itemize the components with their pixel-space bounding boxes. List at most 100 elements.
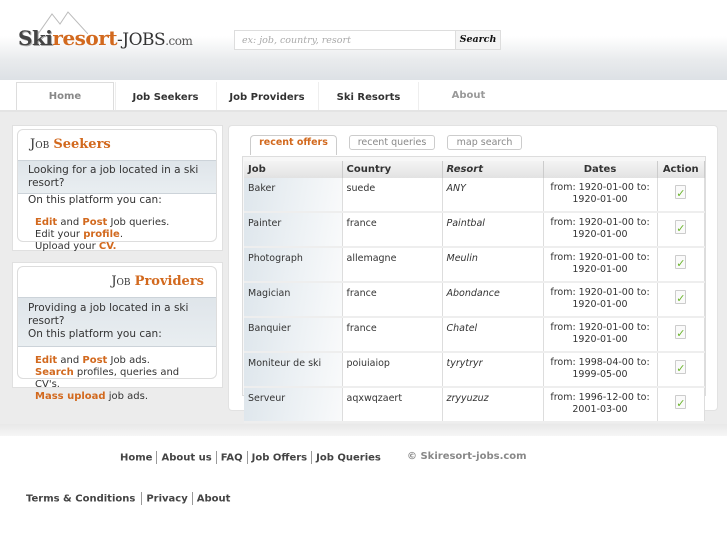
table-row[interactable]: Photograph allemagne Meulin from: 1920-0… xyxy=(244,247,705,283)
date-to: 1999-05-00 xyxy=(572,369,628,380)
date-to: 2001-03-00 xyxy=(572,404,628,415)
cell-job: Painter xyxy=(244,212,343,248)
table-row[interactable]: Serveur aqxwqzaert zryyuzuz from: 1996-1… xyxy=(244,387,705,423)
terms-link[interactable]: Terms & Conditions xyxy=(26,494,135,505)
search-button[interactable]: Search xyxy=(455,30,501,50)
text: Job queries. xyxy=(107,217,170,228)
job-providers-box: Job Providers Providing a job located in… xyxy=(12,262,223,402)
cell-resort: Chatel xyxy=(442,317,544,353)
legal-about-link[interactable]: About xyxy=(197,494,231,505)
col-action: Action xyxy=(657,161,705,178)
cell-resort: zryyuzuz xyxy=(442,387,544,423)
nav-job-seekers[interactable]: Job Seekers xyxy=(115,82,215,110)
cell-dates: from: 1998-04-00 to: 1999-05-00 xyxy=(543,352,658,388)
cell-dates: from: 1920-01-00 to: 1920-01-00 xyxy=(543,282,658,318)
cell-action: ✓ xyxy=(657,352,705,388)
col-resort[interactable]: Resort xyxy=(442,161,544,178)
cell-dates: from: 1920-01-00 to: 1920-01-00 xyxy=(543,178,658,213)
cell-country: poiuiaiop xyxy=(342,352,443,388)
nav-ski-resorts[interactable]: Ski Resorts xyxy=(318,82,418,110)
cell-country: allemagne xyxy=(342,247,443,283)
job-seekers-title: Job Seekers xyxy=(30,137,111,152)
nav-about[interactable]: About xyxy=(418,82,518,110)
copyright: © Skiresort-jobs.com xyxy=(407,451,527,462)
footer-job-offers[interactable]: Job Offers xyxy=(252,453,308,464)
site-logo[interactable]: Skiresort-JOBS.com xyxy=(18,26,193,50)
cell-country: aqxwqzaert xyxy=(342,387,443,423)
table-row[interactable]: Magician france Abondance from: 1920-01-… xyxy=(244,282,705,318)
accept-document-icon[interactable]: ✓ xyxy=(675,395,687,410)
date-from: from: 1920-01-00 to: xyxy=(550,287,650,298)
cell-job: Photograph xyxy=(244,247,343,283)
table-row[interactable]: Moniteur de ski poiuiaiop tyrytryr from:… xyxy=(244,352,705,388)
offers-table-container: Job Country Resort Dates Action Baker su… xyxy=(242,156,706,423)
accept-document-icon[interactable]: ✓ xyxy=(675,255,687,270)
cell-action: ✓ xyxy=(657,247,705,283)
date-from: from: 1920-01-00 to: xyxy=(550,182,650,193)
providers-intro: Providing a job located in a ski resort? xyxy=(28,302,189,327)
cell-resort: Abondance xyxy=(442,282,544,318)
nav-job-providers[interactable]: Job Providers xyxy=(216,82,317,110)
date-from: from: 1920-01-00 to: xyxy=(550,217,650,228)
offers-panel: recent offers recent queries map search … xyxy=(228,125,718,423)
col-dates[interactable]: Dates xyxy=(543,161,658,178)
text: and xyxy=(57,217,83,228)
cell-job: Moniteur de ski xyxy=(244,352,343,388)
date-to: 1920-01-00 xyxy=(572,299,628,310)
accept-document-icon[interactable]: ✓ xyxy=(675,360,687,375)
post-ads-link[interactable]: Post xyxy=(82,355,107,366)
tab-recent-offers[interactable]: recent offers xyxy=(250,135,337,155)
text: Job ads. xyxy=(107,355,150,366)
date-from: from: 1998-04-00 to: xyxy=(550,357,650,368)
cell-resort: Meulin xyxy=(442,247,544,283)
accept-document-icon[interactable]: ✓ xyxy=(675,185,687,200)
search-link[interactable]: Search xyxy=(35,367,74,378)
cell-job: Serveur xyxy=(244,387,343,423)
footer-job-queries[interactable]: Job Queries xyxy=(316,453,381,464)
col-job[interactable]: Job xyxy=(244,161,343,178)
privacy-link[interactable]: Privacy xyxy=(146,494,187,505)
cell-dates: from: 1920-01-00 to: 1920-01-00 xyxy=(543,317,658,353)
cell-resort: Paintbal xyxy=(442,212,544,248)
edit-ads-link[interactable]: Edit xyxy=(35,355,57,366)
profile-link[interactable]: profile xyxy=(83,229,120,240)
cell-action: ✓ xyxy=(657,212,705,248)
cell-country: france xyxy=(342,282,443,318)
cell-country: france xyxy=(342,317,443,353)
cv-link[interactable]: CV. xyxy=(99,241,117,252)
job-seekers-box: Job Seekers Looking for a job located in… xyxy=(12,125,223,252)
tab-recent-queries[interactable]: recent queries xyxy=(349,135,435,150)
accept-document-icon[interactable]: ✓ xyxy=(675,220,687,235)
cell-country: france xyxy=(342,212,443,248)
footer-about-us[interactable]: About us xyxy=(161,453,211,464)
seekers-intro: Looking for a job located in a ski resor… xyxy=(28,164,199,189)
main-nav: Home Job Seekers Job Providers Ski Resor… xyxy=(0,80,727,112)
search-input[interactable]: ex: job, country, resort xyxy=(234,30,456,50)
tab-map-search[interactable]: map search xyxy=(447,135,522,150)
cell-action: ✓ xyxy=(657,282,705,318)
table-row[interactable]: Baker suede ANY from: 1920-01-00 to: 1920… xyxy=(244,178,705,213)
date-to: 1920-01-00 xyxy=(572,229,628,240)
edit-queries-link[interactable]: Edit xyxy=(35,217,57,228)
post-queries-link[interactable]: Post xyxy=(82,217,107,228)
seekers-intro2: On this platform you can: xyxy=(28,194,162,206)
job-providers-title: Job Providers xyxy=(111,274,204,289)
date-to: 1920-01-00 xyxy=(572,264,628,275)
footer-home[interactable]: Home xyxy=(120,453,152,464)
table-row[interactable]: Banquier france Chatel from: 1920-01-00 … xyxy=(244,317,705,353)
cell-dates: from: 1920-01-00 to: 1920-01-00 xyxy=(543,247,658,283)
text: . xyxy=(119,229,123,240)
cell-dates: from: 1996-12-00 to: 2001-03-00 xyxy=(543,387,658,423)
table-row[interactable]: Painter france Paintbal from: 1920-01-00… xyxy=(244,212,705,248)
mass-upload-link[interactable]: Mass upload xyxy=(35,391,106,402)
text: job ads. xyxy=(105,391,149,402)
accept-document-icon[interactable]: ✓ xyxy=(675,325,687,340)
cell-dates: from: 1920-01-00 to: 1920-01-00 xyxy=(543,212,658,248)
col-country[interactable]: Country xyxy=(342,161,443,178)
footer-faq[interactable]: FAQ xyxy=(221,453,243,464)
footer-divider xyxy=(0,424,727,436)
providers-intro2: On this platform you can: xyxy=(28,328,162,340)
nav-home[interactable]: Home xyxy=(16,82,114,110)
date-to: 1920-01-00 xyxy=(572,334,628,345)
accept-document-icon[interactable]: ✓ xyxy=(675,290,687,305)
